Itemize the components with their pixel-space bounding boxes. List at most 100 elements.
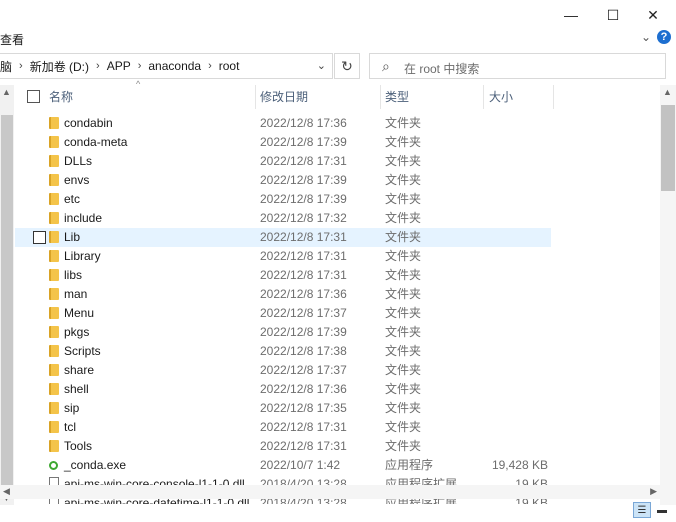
- file-name: pkgs: [64, 325, 90, 339]
- breadcrumb-separator-icon[interactable]: ›: [208, 60, 212, 72]
- tab-view[interactable]: 查看: [0, 31, 24, 48]
- select-all-checkbox[interactable]: [27, 90, 40, 103]
- horizontal-scrollbar[interactable]: ◀ ▶: [0, 485, 660, 499]
- large-icons-view-button[interactable]: ▬: [653, 502, 671, 518]
- large-icons-view-icon: ▬: [657, 504, 667, 516]
- file-row[interactable]: conda-meta 2022/12/8 17:39 文件夹: [15, 133, 551, 152]
- close-button[interactable]: ✕: [630, 0, 676, 30]
- breadcrumb-item[interactable]: APP: [107, 59, 131, 73]
- file-row[interactable]: Menu 2022/12/8 17:37 文件夹: [15, 304, 551, 323]
- file-row[interactable]: share 2022/12/8 17:37 文件夹: [15, 361, 551, 380]
- file-size: [485, 209, 548, 228]
- file-type: 文件夹: [385, 230, 422, 244]
- file-row[interactable]: include 2022/12/8 17:32 文件夹: [15, 209, 551, 228]
- breadcrumb-separator-icon[interactable]: ›: [138, 60, 142, 72]
- sort-ascending-icon: ^: [136, 79, 141, 89]
- refresh-icon: ↻: [341, 57, 353, 74]
- folder-icon: [49, 345, 59, 357]
- folder-icon: [49, 250, 59, 262]
- file-list: condabin 2022/12/8 17:36 文件夹 conda-meta 2022…: [15, 114, 660, 504]
- file-size: [485, 361, 548, 380]
- file-type: 文件夹: [385, 211, 422, 225]
- file-list-scrollbar[interactable]: ▲: [660, 85, 676, 505]
- file-type: 文件夹: [385, 401, 422, 415]
- file-type: 文件夹: [385, 325, 422, 339]
- refresh-button[interactable]: ↻: [334, 53, 360, 79]
- file-row[interactable]: Library 2022/12/8 17:31 文件夹: [15, 247, 551, 266]
- file-name: include: [64, 211, 103, 225]
- file-row[interactable]: envs 2022/12/8 17:39 文件夹: [15, 171, 551, 190]
- scrollbar-thumb[interactable]: [1, 115, 13, 495]
- column-header: ^ 名称 修改日期 类型 大小: [15, 79, 660, 109]
- scroll-up-arrow-icon[interactable]: ▲: [2, 87, 11, 97]
- file-name: Lib: [64, 230, 81, 244]
- file-row[interactable]: etc 2022/12/8 17:39 文件夹: [15, 190, 551, 209]
- file-modified-date: 2022/12/8 17:31: [260, 420, 347, 434]
- file-size: [485, 190, 548, 209]
- file-row[interactable]: pkgs 2022/12/8 17:39 文件夹: [15, 323, 551, 342]
- minimize-button[interactable]: —: [548, 0, 594, 30]
- scroll-left-arrow-icon[interactable]: ◀: [3, 486, 10, 497]
- file-row[interactable]: Scripts 2022/12/8 17:38 文件夹: [15, 342, 551, 361]
- breadcrumb-separator-icon[interactable]: ›: [96, 60, 100, 72]
- breadcrumb-item[interactable]: 脑: [0, 58, 12, 75]
- scrollbar-thumb[interactable]: [661, 105, 675, 191]
- folder-icon: [49, 155, 59, 167]
- file-modified-date: 2022/12/8 17:39: [260, 192, 347, 206]
- column-divider[interactable]: [553, 85, 554, 109]
- search-input[interactable]: 在 root 中搜索: [404, 60, 479, 77]
- file-size: [485, 152, 548, 171]
- help-icon[interactable]: ?: [657, 30, 671, 44]
- scroll-right-arrow-icon[interactable]: ▶: [650, 486, 657, 497]
- file-row[interactable]: _conda.exe 2022/10/7 1:42 应用程序 19,428 KB: [15, 456, 551, 475]
- file-modified-date: 2022/12/8 17:36: [260, 287, 347, 301]
- folder-icon: [49, 269, 59, 281]
- file-type: 文件夹: [385, 344, 422, 358]
- file-modified-date: 2022/12/8 17:37: [260, 363, 347, 377]
- address-bar[interactable]: 脑 › 新加卷 (D:) › APP › anaconda › root ⌄: [0, 53, 333, 79]
- search-icon: ⌕: [382, 58, 390, 74]
- file-type: 文件夹: [385, 249, 422, 263]
- file-size: [485, 437, 548, 456]
- file-size: [485, 418, 548, 437]
- column-divider[interactable]: [255, 85, 256, 109]
- breadcrumb-item[interactable]: anaconda: [148, 59, 201, 73]
- file-row[interactable]: condabin 2022/12/8 17:36 文件夹: [15, 114, 551, 133]
- column-type-header[interactable]: 类型: [385, 85, 409, 109]
- file-row[interactable]: man 2022/12/8 17:36 文件夹: [15, 285, 551, 304]
- address-history-dropdown-icon[interactable]: ⌄: [317, 59, 326, 72]
- file-row[interactable]: sip 2022/12/8 17:35 文件夹: [15, 399, 551, 418]
- file-type: 文件夹: [385, 135, 422, 149]
- file-modified-date: 2022/10/7 1:42: [260, 458, 341, 472]
- breadcrumb: 脑 › 新加卷 (D:) › APP › anaconda › root: [0, 54, 239, 78]
- collapse-ribbon-icon[interactable]: ⌄: [641, 30, 651, 44]
- file-type: 文件夹: [385, 306, 422, 320]
- file-type: 文件夹: [385, 287, 422, 301]
- file-row[interactable]: tcl 2022/12/8 17:31 文件夹: [15, 418, 551, 437]
- row-checkbox[interactable]: [33, 231, 46, 244]
- column-divider[interactable]: [483, 85, 484, 109]
- file-type: 文件夹: [385, 363, 422, 377]
- file-row[interactable]: Tools 2022/12/8 17:31 文件夹: [15, 437, 551, 456]
- search-box[interactable]: ⌕ 在 root 中搜索: [369, 53, 666, 79]
- file-type: 文件夹: [385, 173, 422, 187]
- column-name-header[interactable]: 名称: [49, 85, 73, 109]
- column-size-header[interactable]: 大小: [489, 85, 513, 109]
- file-type: 应用程序: [385, 458, 434, 472]
- column-date-header[interactable]: 修改日期: [260, 85, 308, 109]
- file-row[interactable]: shell 2022/12/8 17:36 文件夹: [15, 380, 551, 399]
- file-row[interactable]: DLLs 2022/12/8 17:31 文件夹: [15, 152, 551, 171]
- breadcrumb-item[interactable]: root: [219, 59, 240, 73]
- column-divider[interactable]: [380, 85, 381, 109]
- file-name: Tools: [64, 439, 93, 453]
- file-modified-date: 2022/12/8 17:37: [260, 306, 347, 320]
- file-type: 文件夹: [385, 154, 422, 168]
- file-row[interactable]: Lib 2022/12/8 17:31 文件夹: [15, 228, 551, 247]
- nav-pane-scrollbar[interactable]: ▲ ▼: [0, 85, 14, 505]
- breadcrumb-item[interactable]: 新加卷 (D:): [30, 58, 89, 75]
- scroll-up-arrow-icon[interactable]: ▲: [663, 87, 672, 97]
- folder-icon: [49, 383, 59, 395]
- details-view-button[interactable]: ☰: [633, 502, 651, 518]
- file-row[interactable]: libs 2022/12/8 17:31 文件夹: [15, 266, 551, 285]
- breadcrumb-separator-icon[interactable]: ›: [19, 60, 23, 72]
